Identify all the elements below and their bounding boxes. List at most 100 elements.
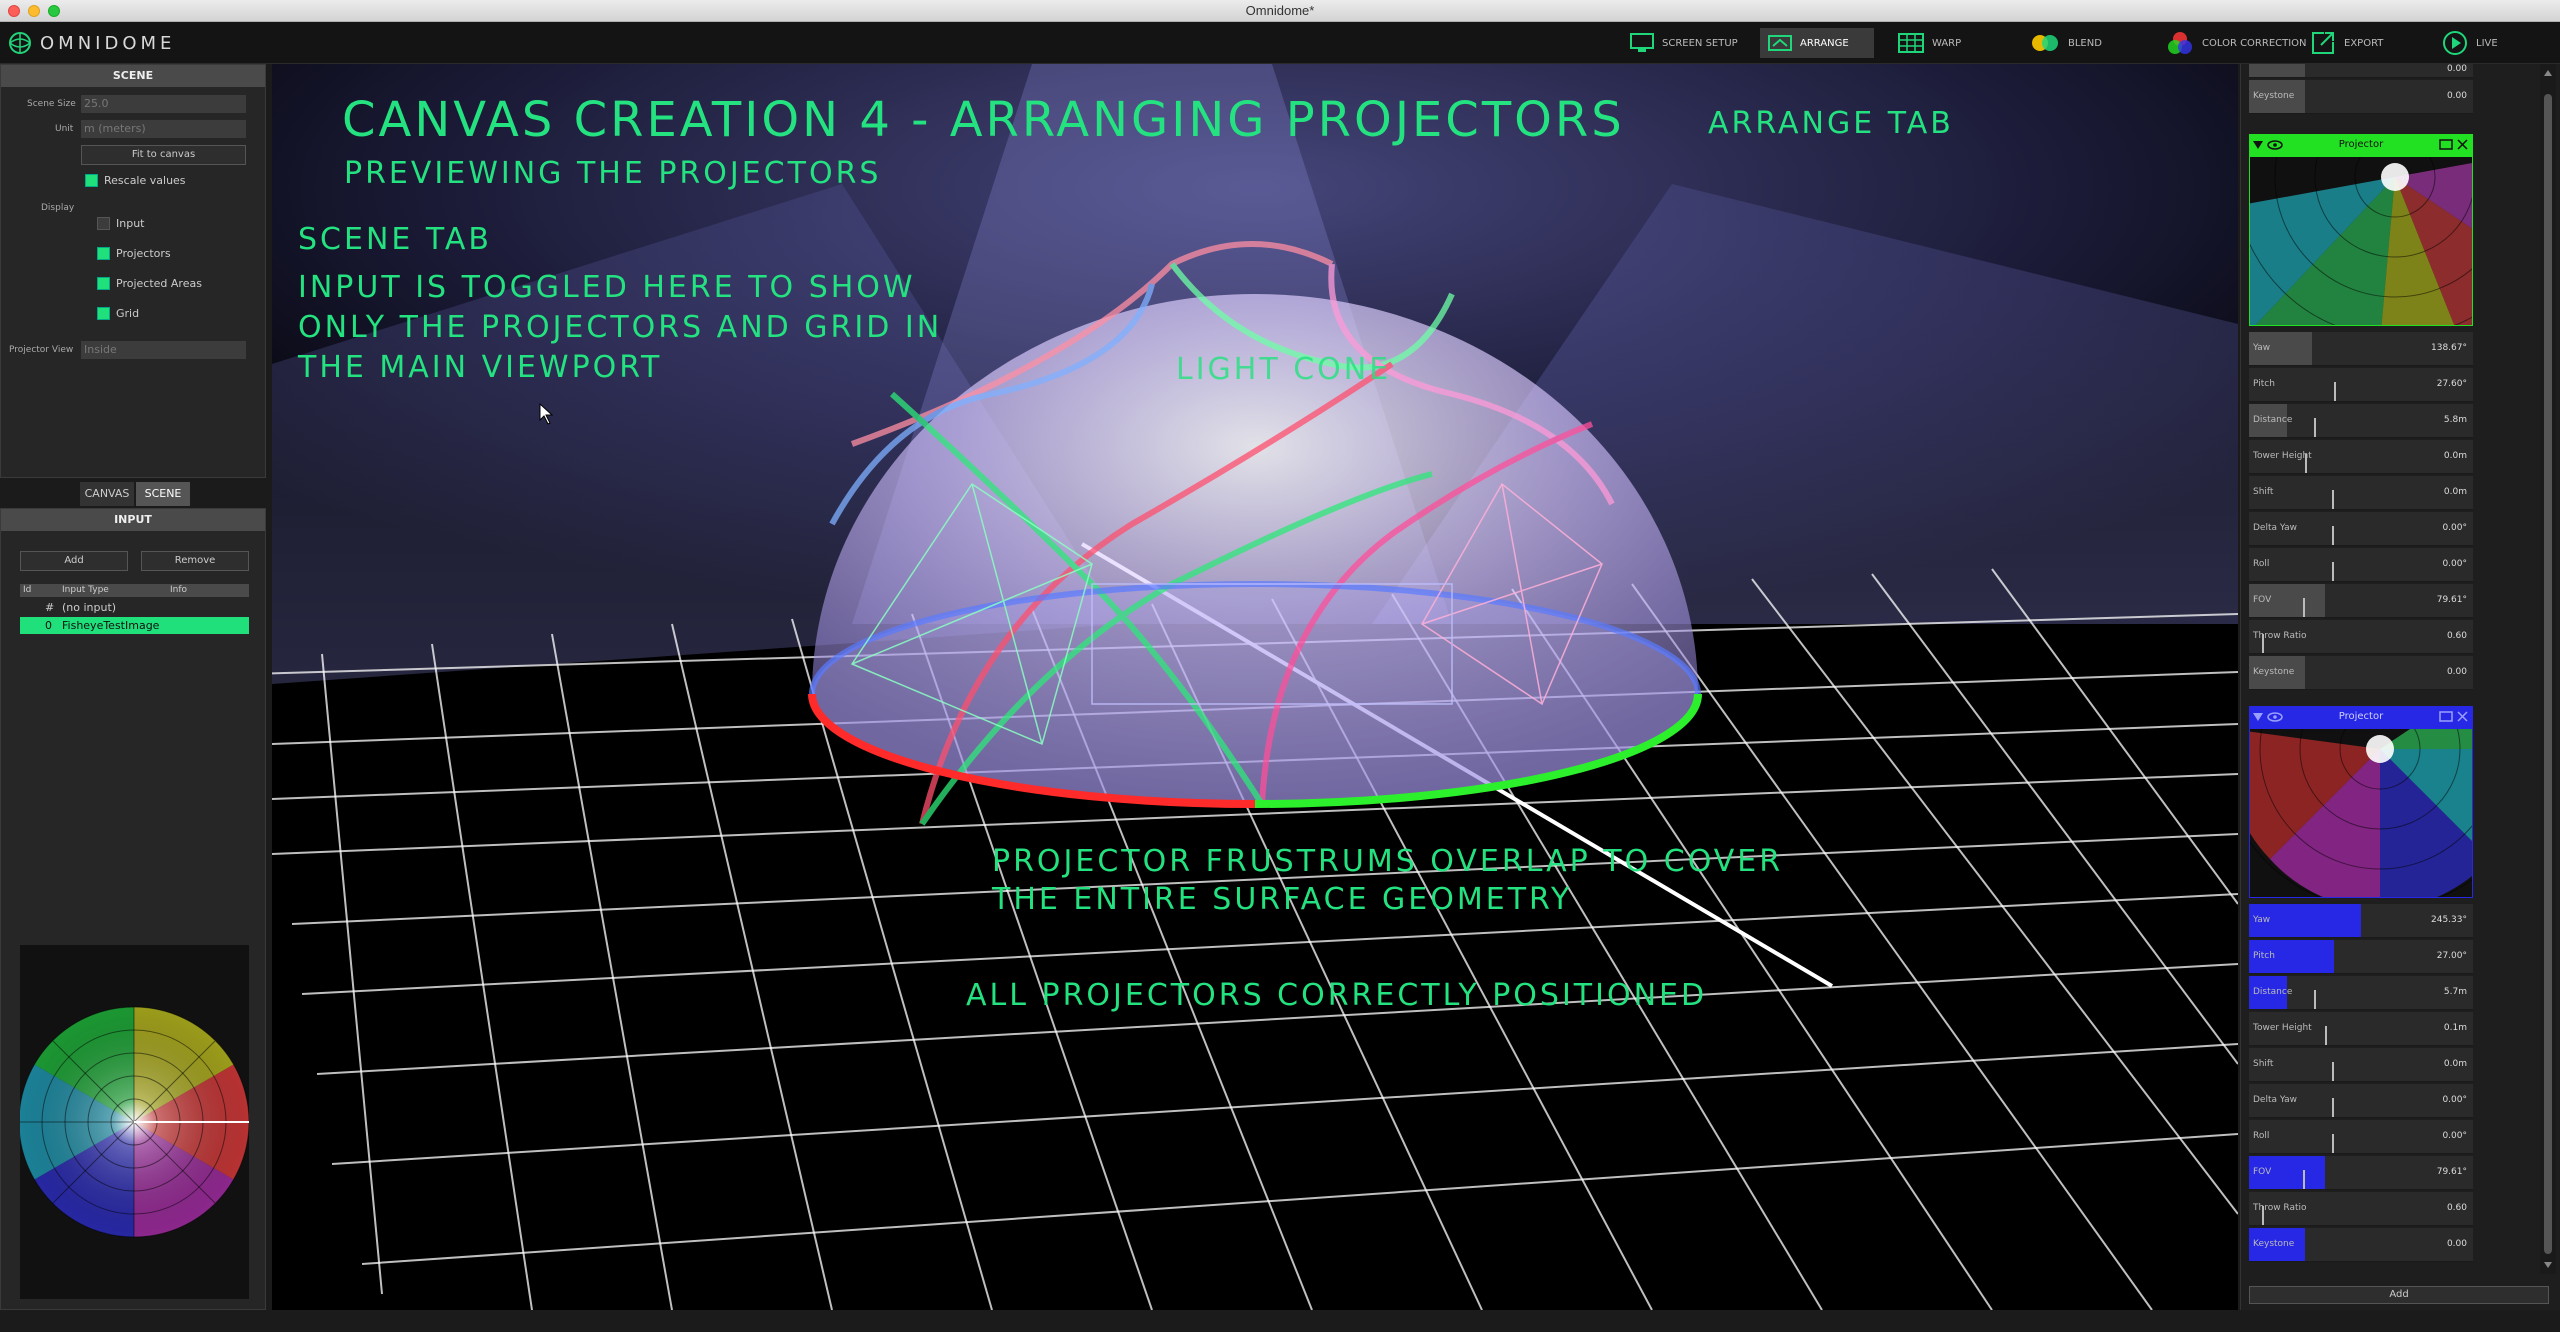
param-shift[interactable]: Shift 0.0m — [2249, 476, 2473, 510]
tab-color-correction[interactable]: COLOR CORRECTION — [2158, 28, 2315, 58]
projector-header[interactable]: Projector — [2249, 134, 2473, 156]
tab-label: COLOR CORRECTION — [2202, 37, 2307, 49]
param-keystone[interactable]: Keystone 0.00 — [2249, 656, 2473, 690]
param-keystone[interactable]: Keystone 0.00 — [2249, 1228, 2473, 1262]
unit-select[interactable]: m (meters) — [81, 120, 246, 138]
param-slider-tick — [2302, 598, 2305, 617]
param-name: FOV — [2253, 1167, 2272, 1177]
param-row[interactable]: 0.00 — [2249, 64, 2473, 78]
param-delta-yaw[interactable]: Delta Yaw 0.00° — [2249, 1084, 2473, 1118]
param-pitch[interactable]: Pitch 27.60° — [2249, 368, 2473, 402]
scroll-thumb — [2544, 94, 2552, 1254]
add-projector-button[interactable]: Add — [2249, 1286, 2549, 1304]
param-yaw[interactable]: Yaw 245.33° — [2249, 904, 2473, 938]
tab-blend[interactable]: BLEND — [2022, 28, 2110, 58]
blend-icon — [2032, 35, 2058, 51]
rescale-values-checkbox[interactable]: Rescale values — [85, 174, 186, 187]
display-grid-checkbox[interactable]: Grid — [97, 307, 139, 320]
param-tower-height[interactable]: Tower Height 0.1m — [2249, 1012, 2473, 1046]
annotation-arrange-tab: ARRANGE TAB — [1708, 106, 1954, 141]
param-name: Roll — [2253, 1131, 2270, 1141]
param-shift[interactable]: Shift 0.0m — [2249, 1048, 2473, 1082]
table-row[interactable]: # (no input) — [20, 599, 249, 616]
collapse-visibility-icon[interactable] — [2253, 711, 2283, 723]
param-slider-tick — [2334, 382, 2337, 401]
projector-header[interactable]: Projector — [2249, 706, 2473, 728]
display-projectors-checkbox[interactable]: Projectors — [97, 247, 171, 260]
projector-title: Projector — [2338, 711, 2384, 722]
app-logo-text: OMNIDOME — [40, 32, 176, 54]
param-slider-tick — [2331, 1134, 2334, 1153]
export-icon — [2312, 32, 2334, 54]
param-value: 0.60 — [2446, 631, 2467, 641]
param-fov[interactable]: FOV 79.61° — [2249, 1156, 2473, 1190]
param-value: 0.00 — [2446, 667, 2467, 677]
param-slider-tick — [2331, 526, 2334, 545]
display-input-checkbox[interactable]: Input — [97, 217, 144, 230]
remove-input-button[interactable]: Remove — [141, 551, 249, 571]
param-pitch[interactable]: Pitch 27.00° — [2249, 940, 2473, 974]
param-roll[interactable]: Roll 0.00° — [2249, 548, 2473, 582]
tab-warp[interactable]: WARP — [1890, 28, 1969, 58]
param-slider-tick — [2302, 1170, 2305, 1189]
param-value: 0.00 — [2446, 1239, 2467, 1249]
fit-to-canvas-button[interactable]: Fit to canvas — [81, 145, 246, 165]
param-name: Yaw — [2253, 915, 2271, 925]
projector-list-scrollbar[interactable] — [2540, 64, 2556, 1274]
param-slider-tick — [2313, 418, 2316, 437]
input-table-header: Id Input Type Info — [20, 584, 249, 597]
param-distance[interactable]: Distance 5.8m — [2249, 404, 2473, 438]
annotation-main-title: CANVAS CREATION 4 - ARRANGING PROJECTORS — [342, 92, 1625, 148]
table-row[interactable]: 0 FisheyeTestImage — [20, 617, 249, 634]
param-value: 0.0m — [2443, 451, 2467, 461]
scene-panel: SCENE Scene Size 25.0 Unit m (meters) Fi… — [0, 64, 266, 478]
param-yaw[interactable]: Yaw 138.67° — [2249, 332, 2473, 366]
collapse-visibility-icon[interactable] — [2253, 139, 2283, 151]
display-projected-areas-checkbox[interactable]: Projected Areas — [97, 277, 202, 290]
tab-live[interactable]: LIVE — [2434, 28, 2506, 58]
tab-screen-setup[interactable]: SCREEN SETUP — [1622, 28, 1746, 58]
param-distance[interactable]: Distance 5.7m — [2249, 976, 2473, 1010]
tab-label: BLEND — [2068, 37, 2102, 49]
tab-export[interactable]: EXPORT — [2302, 28, 2391, 58]
param-fov[interactable]: FOV 79.61° — [2249, 584, 2473, 618]
param-tower-height[interactable]: Tower Height 0.0m — [2249, 440, 2473, 474]
annotation-positioned: ALL PROJECTORS CORRECTLY POSITIONED — [966, 978, 1708, 1013]
window-close-icon[interactable] — [2439, 711, 2469, 723]
projector-preview-image — [2241, 64, 2556, 398]
omnidome-window: Omnidome* OMNIDOME SCREEN SETUP ARRANGE … — [0, 0, 2560, 1332]
projector-view-select[interactable]: Inside — [81, 341, 246, 359]
scroll-down-icon — [2544, 1262, 2552, 1268]
param-throw-ratio[interactable]: Throw Ratio 0.60 — [2249, 1192, 2473, 1226]
param-roll[interactable]: Roll 0.00° — [2249, 1120, 2473, 1154]
row-type: FisheyeTestImage — [62, 619, 160, 632]
display-input-label: Input — [116, 217, 145, 230]
param-row[interactable]: Keystone 0.00 — [2249, 80, 2473, 114]
add-input-button[interactable]: Add — [20, 551, 128, 571]
column-info: Info — [170, 585, 188, 595]
param-name: Distance — [2253, 415, 2293, 425]
tab-canvas[interactable]: CANVAS — [80, 482, 134, 506]
color-icon — [2168, 32, 2192, 54]
param-name: Tower Height — [2253, 1023, 2312, 1033]
param-slider-tick — [2331, 1062, 2334, 1081]
scene-3d-render[interactable] — [272, 64, 2238, 1310]
scene-size-field[interactable]: 25.0 — [81, 95, 246, 113]
unit-label: Unit — [55, 124, 74, 134]
param-slider-tick — [2331, 490, 2334, 509]
param-delta-yaw[interactable]: Delta Yaw 0.00° — [2249, 512, 2473, 546]
param-value: 27.00° — [2436, 951, 2467, 961]
param-value: 79.61° — [2436, 1167, 2467, 1177]
tab-scene[interactable]: SCENE — [136, 482, 190, 506]
window-close-icon[interactable] — [2439, 139, 2469, 151]
input-panel-title: INPUT — [1, 509, 265, 531]
checkbox-box — [97, 277, 110, 290]
param-throw-ratio[interactable]: Throw Ratio 0.60 — [2249, 620, 2473, 654]
tab-arrange[interactable]: ARRANGE — [1760, 28, 1874, 58]
projector-title: Projector — [2338, 139, 2384, 150]
param-slider-tick — [2313, 990, 2316, 1009]
main-viewport[interactable]: CANVAS CREATION 4 - ARRANGING PROJECTORS… — [272, 64, 2238, 1310]
param-name: Shift — [2253, 487, 2274, 497]
projector-preview — [2241, 64, 2556, 398]
projector-view-label: Projector View — [9, 345, 74, 355]
